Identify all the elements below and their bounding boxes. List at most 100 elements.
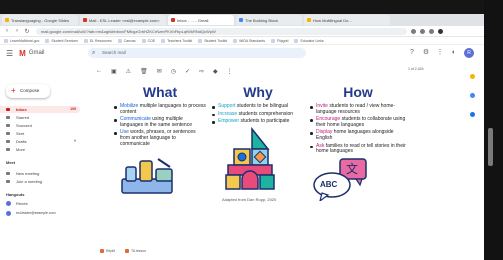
gmail-header: ☰ M Gmail ⌕ Search mail ? ⚙ ⋮ ◐ R	[0, 46, 484, 60]
attachment-chip[interactable]: TA lesson	[124, 249, 146, 253]
sidebar: + Compose Inbox 105 Starred Snoozed Sent …	[0, 60, 84, 260]
bookmark-icon	[233, 38, 238, 43]
extension-icon[interactable]	[411, 28, 416, 34]
pager-text: 1 of 2,424	[408, 67, 424, 71]
snooze-icon[interactable]: ◷	[171, 68, 176, 75]
forward-icon[interactable]: ›	[14, 28, 20, 34]
bookmark[interactable]: Canvas	[117, 38, 136, 43]
browser-window: Translanguaging - Google Slides Mail - E…	[0, 14, 484, 260]
contacts-icon[interactable]	[469, 112, 475, 117]
browser-tab[interactable]: The Building Block	[236, 15, 302, 25]
mark-unread-icon[interactable]: ✉	[157, 68, 162, 75]
scrollbar[interactable]	[488, 128, 493, 166]
attachments-row: Replit TA lesson	[100, 246, 440, 256]
sidebar-item-drafts[interactable]: Drafts 9	[0, 138, 80, 145]
browser-tab[interactable]: Translanguaging - Google Slides	[2, 15, 78, 25]
bookmark[interactable]: Student Toolkit	[198, 38, 227, 43]
star-icon	[6, 116, 10, 119]
search-input[interactable]: ⌕ Search mail	[88, 48, 306, 58]
why-title: Why	[243, 84, 273, 100]
move-icon[interactable]: ⇨	[199, 68, 204, 75]
browser-tab[interactable]: Mail - ESL Leader <esl@example.com>	[80, 15, 166, 25]
video-icon	[6, 172, 10, 175]
back-icon[interactable]: ‹	[4, 28, 10, 34]
attachment-chip[interactable]: Replit	[100, 249, 115, 253]
sidebar-item-starred[interactable]: Starred	[0, 114, 80, 121]
browser-tab-active[interactable]: Inbox - … - Gmail	[168, 15, 234, 25]
tasks-icon[interactable]	[469, 93, 475, 98]
menu-icon[interactable]: ☰	[6, 49, 13, 58]
user-avatar-icon	[6, 211, 11, 216]
sidebar-item-snoozed[interactable]: Snoozed	[0, 122, 80, 129]
bookmark[interactable]: Educator Links	[294, 38, 324, 43]
bookmark[interactable]: LearnMaNimal.gov	[4, 38, 39, 43]
bookmark[interactable]: EL Resources	[83, 38, 112, 43]
sidebar-item-sent[interactable]: Sent	[0, 130, 80, 137]
url-field[interactable]: mail.google.com/mail/u/0/?tab=rm&ogbl#in…	[36, 27, 407, 35]
search-placeholder: Search mail	[102, 50, 126, 55]
profile-icon[interactable]	[438, 28, 443, 34]
bookmark[interactable]: Student Services	[45, 38, 78, 43]
help-icon[interactable]: ?	[408, 49, 416, 57]
gmail-logo-icon[interactable]: M	[19, 49, 26, 58]
apps-icon[interactable]: ⋮	[436, 49, 444, 57]
more-icon[interactable]: ⋮	[227, 68, 233, 75]
how-point: Encourage students to collaborate using …	[310, 116, 406, 128]
bookmark[interactable]: WIDA Standards	[233, 38, 265, 43]
archive-icon[interactable]: ▣	[111, 68, 117, 75]
bookmark-icon	[271, 38, 275, 43]
bookmark-icon	[161, 38, 166, 43]
compose-plus-icon: +	[11, 86, 16, 95]
why-point: Increase students comprehension	[212, 111, 304, 118]
keep-icon[interactable]	[469, 74, 475, 79]
mail-icon	[83, 18, 87, 22]
what-column: What Mobilize multiple languages to proc…	[114, 84, 206, 199]
sidebar-item-more[interactable]: More	[0, 146, 80, 153]
abc-text: ABC	[320, 179, 338, 189]
avatar[interactable]: R	[464, 48, 474, 58]
page-icon	[307, 18, 311, 22]
extension-icon[interactable]	[429, 28, 434, 34]
message-toolbar: ← ▣ ⚠ 🗑 ✉ ◷ ✓ ⇨ ◆ ⋮	[92, 66, 462, 76]
credit-text: Adapted from Dan Rupp, 2020	[222, 196, 277, 202]
reload-icon[interactable]: ↻	[24, 28, 30, 35]
address-bar-row: ‹ › ↻ mail.google.com/mail/u/0/?tab=rm&o…	[0, 26, 484, 37]
bookmark-icon	[294, 38, 299, 43]
search-icon[interactable]: ⌕	[92, 48, 95, 58]
building-blocks-illustration	[225, 126, 275, 190]
meet-heading: Meet	[6, 160, 16, 165]
bookmark-icon	[117, 38, 122, 43]
attachment-icon	[100, 249, 104, 253]
send-icon	[6, 132, 10, 135]
bookmark[interactable]: COE	[141, 38, 155, 43]
attachment-icon	[124, 249, 129, 253]
hangouts-user[interactable]: Renée	[0, 200, 80, 207]
hangouts-contact[interactable]: esl.leader@example.com	[0, 210, 80, 217]
spam-icon[interactable]: ⚠	[126, 68, 131, 75]
account-icon[interactable]: ◐	[450, 49, 458, 57]
extension-icon[interactable]	[420, 28, 425, 34]
back-arrow-icon[interactable]: ←	[96, 68, 102, 74]
infographic-image: What Mobilize multiple languages to proc…	[114, 84, 406, 242]
add-task-icon[interactable]: ✓	[185, 68, 190, 75]
gmail-brand: Gmail	[28, 50, 45, 56]
bookmark[interactable]: Teachers Toolkit	[161, 38, 192, 43]
how-title: How	[343, 84, 373, 100]
kanji-text: 文	[346, 161, 359, 176]
join-meeting-item[interactable]: Join a meeting	[0, 178, 80, 185]
bookmark-icon	[83, 38, 88, 43]
bookmark[interactable]: Flipgrid	[271, 38, 288, 43]
hands-with-tools-illustration	[121, 158, 173, 194]
how-point: Ask families to read or tell stories in …	[310, 143, 406, 155]
bookmark-icon	[141, 38, 146, 43]
speech-bubbles-icon	[313, 158, 367, 201]
clock-icon	[6, 124, 10, 127]
compose-button[interactable]: + Compose	[6, 84, 50, 98]
delete-icon[interactable]: 🗑	[140, 68, 148, 75]
new-meeting-item[interactable]: New meeting	[0, 170, 80, 177]
settings-icon[interactable]: ⚙	[422, 49, 430, 57]
browser-tab[interactable]: How Multilingual Do...	[304, 15, 390, 25]
label-icon[interactable]: ◆	[213, 68, 218, 75]
how-point: Invite students to read / view home-lang…	[310, 103, 406, 115]
sidebar-item-inbox[interactable]: Inbox 105	[0, 106, 80, 113]
